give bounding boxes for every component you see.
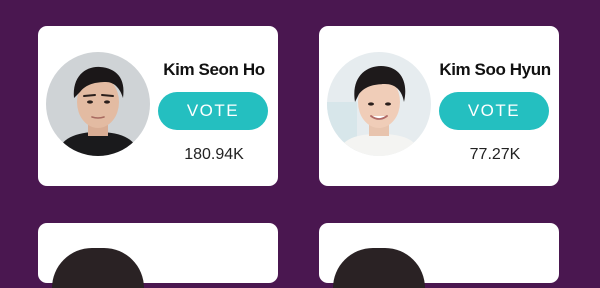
candidate-name: Kim Seon Ho [163,60,265,79]
avatar [46,52,150,156]
avatar [333,248,425,288]
vote-button[interactable]: VOTE [158,92,268,130]
avatar [52,248,144,288]
candidate-name: Kim Soo Hyun [439,60,551,79]
candidate-card[interactable]: Kim Seon Ho VOTE 180.94K [38,26,278,186]
candidate-card[interactable] [319,223,559,288]
vote-count: 77.27K [469,146,521,163]
candidate-card[interactable] [38,223,278,288]
vote-count: 180.94K [184,146,244,163]
vote-button[interactable]: VOTE [439,92,549,130]
avatar [327,52,431,156]
candidate-card[interactable]: Kim Soo Hyun VOTE 77.27K [319,26,559,186]
